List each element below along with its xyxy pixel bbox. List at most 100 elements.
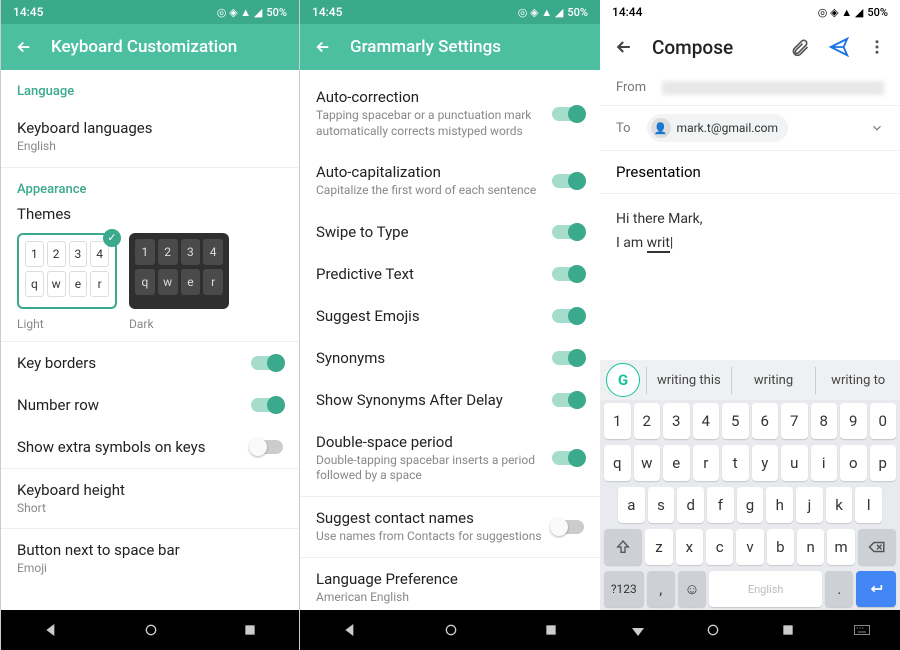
toggle-predictive-text[interactable]	[552, 267, 584, 281]
grammarly-icon[interactable]: G	[606, 363, 640, 397]
back-icon[interactable]	[614, 37, 634, 57]
key-4[interactable]: 4	[693, 403, 720, 439]
key-5[interactable]: 5	[722, 403, 749, 439]
row-number-row[interactable]: Number row	[1, 384, 299, 426]
key-s[interactable]: s	[648, 487, 675, 523]
key-7[interactable]: 7	[781, 403, 808, 439]
row-button-next-space[interactable]: Button next to space bar Emoji	[1, 529, 299, 589]
nav-recent-icon[interactable]	[243, 623, 257, 637]
toggle-number-row[interactable]	[251, 398, 283, 412]
nav-back-icon[interactable]	[342, 622, 358, 638]
to-row[interactable]: To 👤 mark.t@gmail.com	[600, 106, 900, 151]
key-q[interactable]: q	[604, 445, 631, 481]
toggle-contact-names[interactable]	[552, 520, 584, 534]
subject-field[interactable]: Presentation	[600, 151, 900, 194]
from-row[interactable]: From	[600, 70, 900, 106]
key-g[interactable]: g	[737, 487, 764, 523]
key-f[interactable]: f	[707, 487, 734, 523]
suggestion-2[interactable]: writing	[731, 367, 816, 394]
key-period[interactable]: .	[825, 571, 853, 607]
row-language-preference[interactable]: Language Preference American English	[300, 558, 600, 610]
nav-keyboard-icon[interactable]	[854, 624, 870, 636]
key-8[interactable]: 8	[811, 403, 838, 439]
key-o[interactable]: o	[840, 445, 867, 481]
row-predictive-text[interactable]: Predictive Text	[300, 253, 600, 295]
key-2[interactable]: 2	[634, 403, 661, 439]
row-keyboard-height[interactable]: Keyboard height Short	[1, 469, 299, 529]
chevron-down-icon[interactable]	[870, 121, 884, 135]
key-z[interactable]: z	[645, 529, 672, 565]
key-w[interactable]: w	[634, 445, 661, 481]
key-e[interactable]: e	[663, 445, 690, 481]
key-0[interactable]: 0	[870, 403, 897, 439]
row-keyboard-languages[interactable]: Keyboard languages English	[1, 107, 299, 167]
key-backspace[interactable]	[858, 529, 896, 565]
body-field[interactable]: Hi there Mark, I am writ|	[600, 194, 900, 270]
nav-home-icon[interactable]	[705, 622, 721, 638]
row-swipe-type[interactable]: Swipe to Type	[300, 211, 600, 253]
attach-icon[interactable]	[790, 37, 810, 57]
key-r[interactable]: r	[693, 445, 720, 481]
key-enter[interactable]	[856, 571, 896, 607]
theme-dark[interactable]: 1234 qwer	[129, 233, 229, 309]
row-double-space[interactable]: Double-space periodDouble-tapping spaceb…	[300, 421, 600, 496]
row-auto-capitalization[interactable]: Auto-capitalizationCapitalize the first …	[300, 151, 600, 211]
key-3[interactable]: 3	[663, 403, 690, 439]
key-n[interactable]: n	[797, 529, 824, 565]
recipient-chip[interactable]: 👤 mark.t@gmail.com	[647, 114, 789, 142]
key-x[interactable]: x	[676, 529, 703, 565]
toggle-auto-correction[interactable]	[552, 107, 584, 121]
key-emoji[interactable]: ☺	[678, 571, 706, 607]
key-a[interactable]: a	[618, 487, 645, 523]
key-j[interactable]: j	[796, 487, 823, 523]
key-y[interactable]: y	[752, 445, 779, 481]
key-6[interactable]: 6	[752, 403, 779, 439]
toggle-auto-capitalization[interactable]	[552, 174, 584, 188]
row-synonyms[interactable]: Synonyms	[300, 337, 600, 379]
theme-light[interactable]: ✓ 1234 qwer	[17, 233, 117, 309]
toggle-double-space[interactable]	[552, 451, 584, 465]
suggestion-3[interactable]: writing to	[815, 367, 900, 394]
nav-back-icon[interactable]	[43, 622, 59, 638]
key-comma[interactable]: ,	[647, 571, 675, 607]
key-m[interactable]: m	[827, 529, 854, 565]
key-1[interactable]: 1	[604, 403, 631, 439]
back-icon[interactable]	[314, 38, 332, 56]
toggle-synonyms[interactable]	[552, 351, 584, 365]
key-u[interactable]: u	[781, 445, 808, 481]
row-extra-symbols[interactable]: Show extra symbols on keys	[1, 426, 299, 468]
nav-home-icon[interactable]	[443, 622, 459, 638]
send-icon[interactable]	[828, 36, 850, 58]
nav-recent-icon[interactable]	[781, 623, 795, 637]
more-icon[interactable]	[868, 38, 886, 56]
key-i[interactable]: i	[811, 445, 838, 481]
row-auto-correction[interactable]: Auto-correctionTapping spacebar or a pun…	[300, 76, 600, 151]
toggle-swipe-type[interactable]	[552, 225, 584, 239]
key-p[interactable]: p	[870, 445, 897, 481]
nav-back-icon[interactable]	[630, 622, 646, 638]
key-k[interactable]: k	[826, 487, 853, 523]
nav-recent-icon[interactable]	[544, 623, 558, 637]
key-d[interactable]: d	[677, 487, 704, 523]
key-9[interactable]: 9	[840, 403, 867, 439]
nav-home-icon[interactable]	[143, 622, 159, 638]
toggle-suggest-emojis[interactable]	[552, 309, 584, 323]
suggestion-1[interactable]: writing this	[646, 367, 731, 394]
toggle-extra-symbols[interactable]	[251, 440, 283, 454]
toggle-synonyms-delay[interactable]	[552, 393, 584, 407]
row-key-borders[interactable]: Key borders	[1, 342, 299, 384]
row-synonyms-delay[interactable]: Show Synonyms After Delay	[300, 379, 600, 421]
key-b[interactable]: b	[767, 529, 794, 565]
key-h[interactable]: h	[766, 487, 793, 523]
toggle-key-borders[interactable]	[251, 356, 283, 370]
key-t[interactable]: t	[722, 445, 749, 481]
back-icon[interactable]	[15, 38, 33, 56]
key-shift[interactable]	[604, 529, 642, 565]
key-l[interactable]: l	[855, 487, 882, 523]
row-contact-names[interactable]: Suggest contact namesUse names from Cont…	[300, 497, 600, 557]
key-space[interactable]: English	[709, 571, 822, 607]
key-v[interactable]: v	[736, 529, 763, 565]
key-numtoggle[interactable]: ?123	[604, 571, 644, 607]
key-c[interactable]: c	[706, 529, 733, 565]
row-suggest-emojis[interactable]: Suggest Emojis	[300, 295, 600, 337]
